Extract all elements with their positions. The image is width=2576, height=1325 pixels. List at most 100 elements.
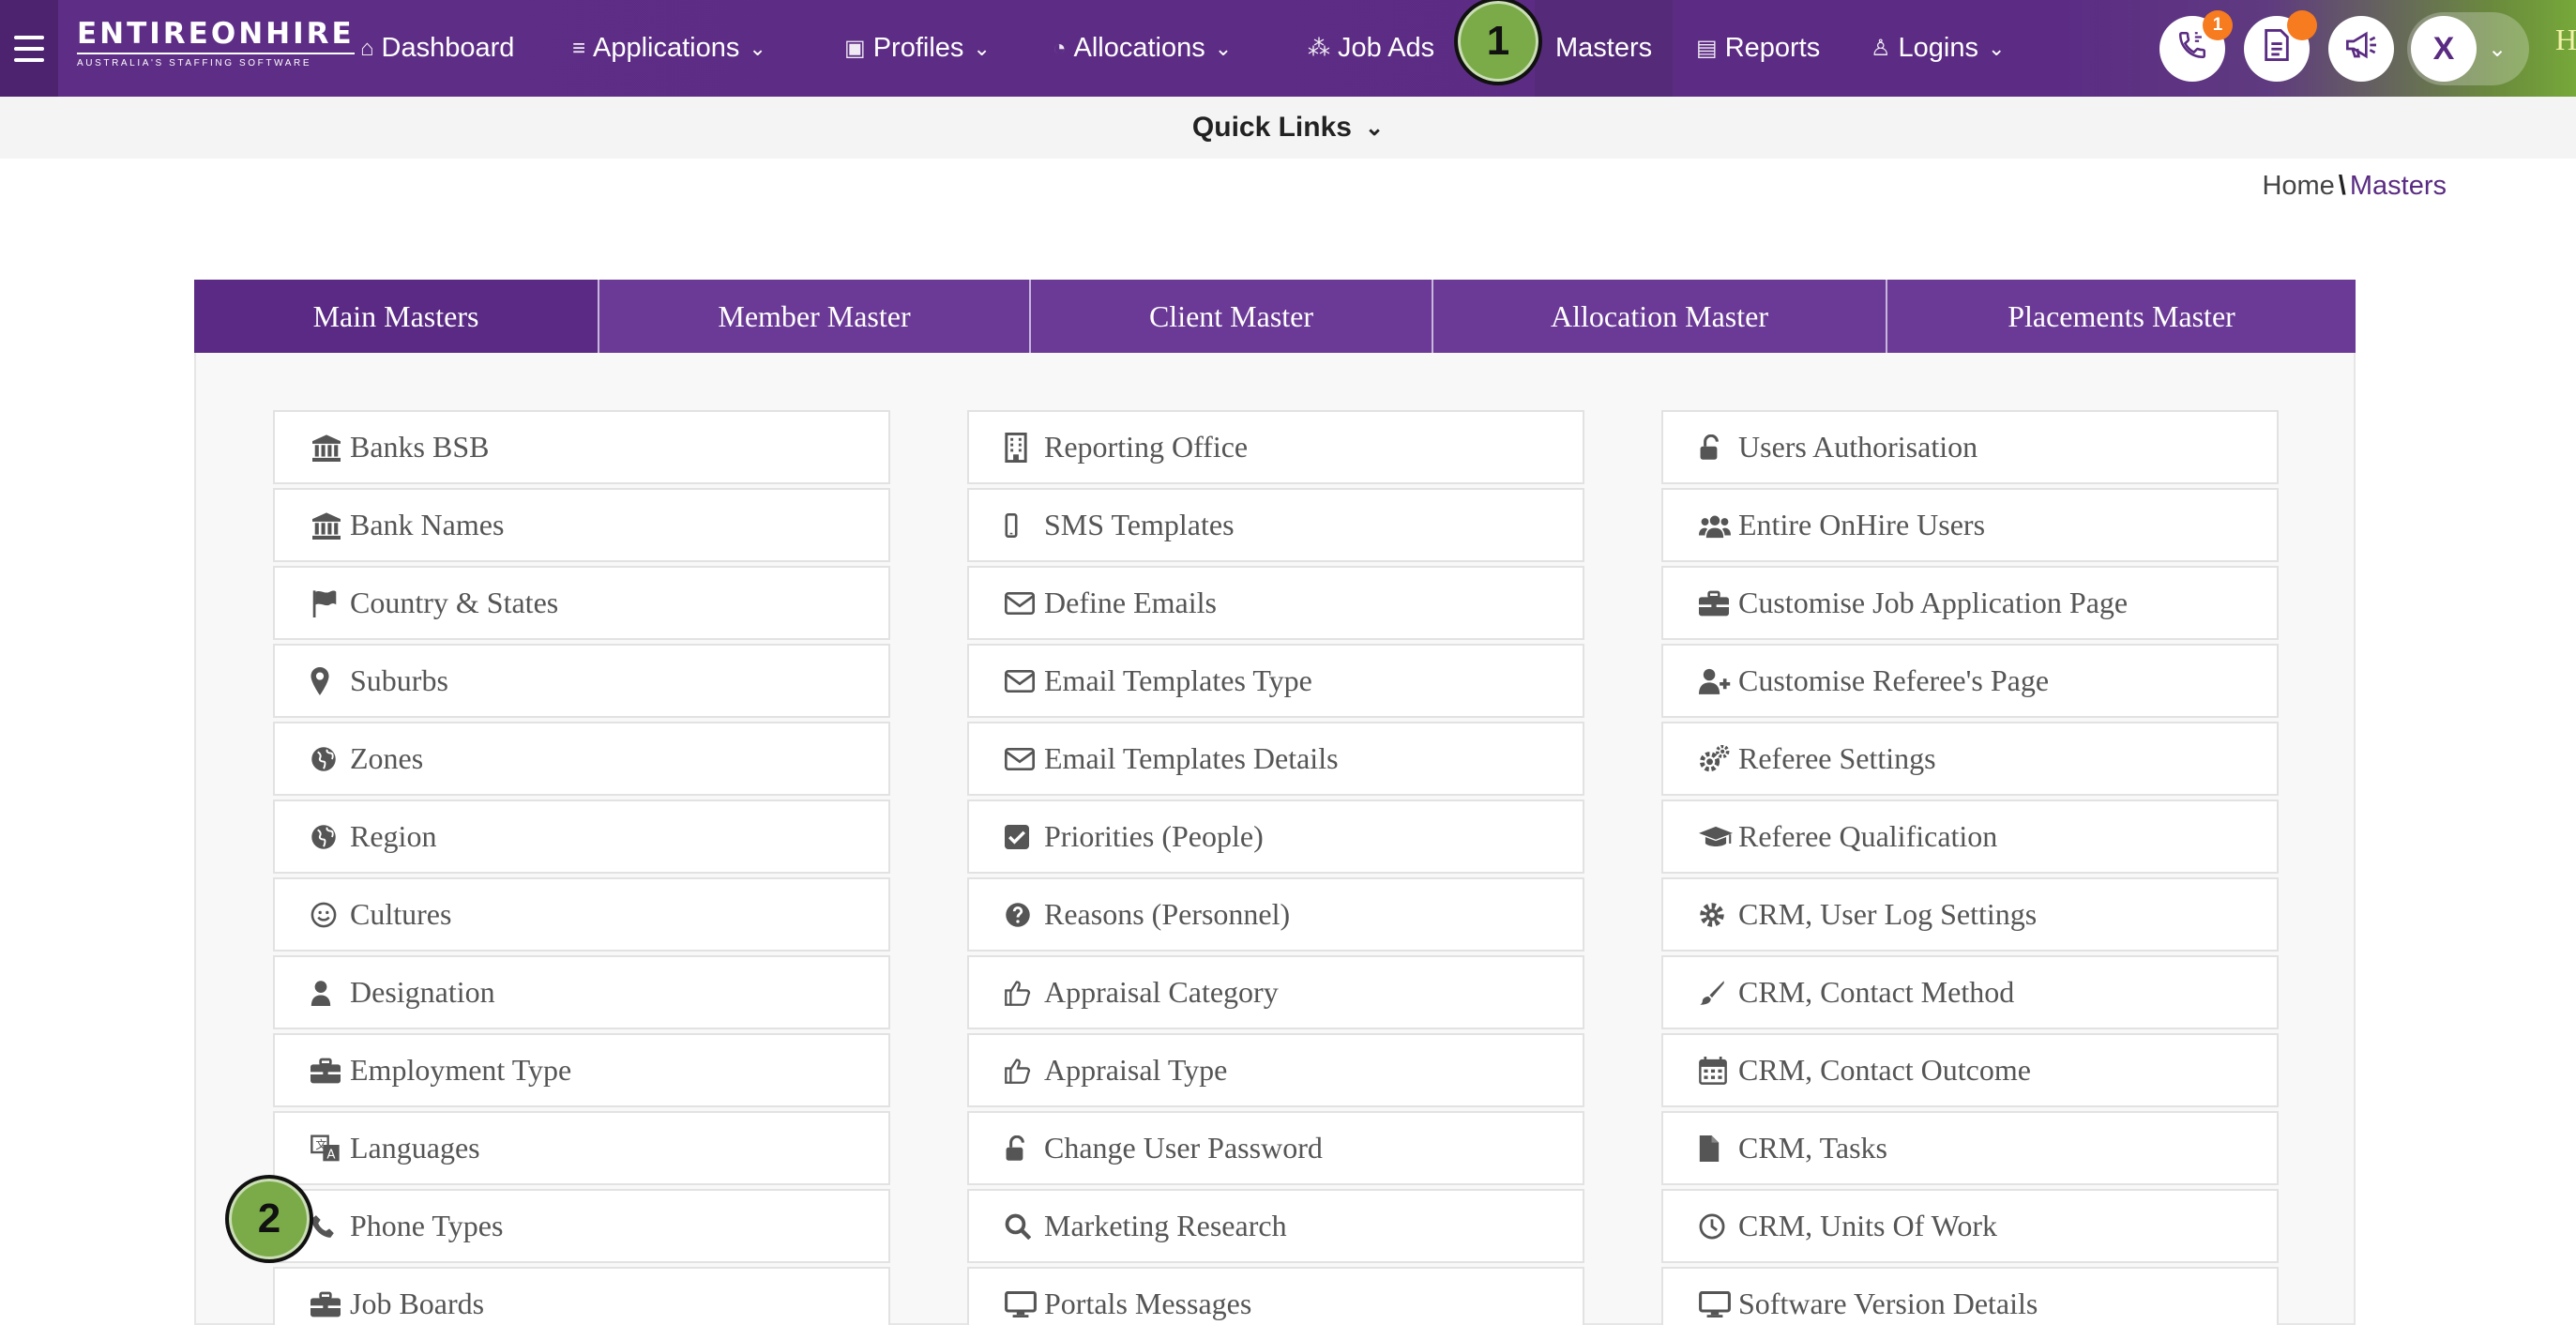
- building-icon: [1005, 432, 1038, 463]
- master-link-label: Appraisal Category: [1044, 975, 1279, 1009]
- paint-brush-icon: [1699, 980, 1733, 1006]
- master-link-customise-referee-s-page[interactable]: Customise Referee's Page: [1661, 644, 2279, 718]
- envelope-icon: [1005, 591, 1038, 615]
- master-link-region[interactable]: Region: [273, 800, 890, 874]
- master-link-reasons-personnel[interactable]: Reasons (Personnel): [967, 877, 1584, 952]
- master-link-reporting-office[interactable]: Reporting Office: [967, 410, 1584, 484]
- masters-column-1: Banks BSB Bank Names Country & States Subur…: [273, 410, 890, 1325]
- user-icon: [311, 980, 344, 1006]
- nav-job-ads[interactable]: ⁂ Job Ads: [1308, 0, 1434, 97]
- master-link-crm-units-of-work[interactable]: CRM, Units Of Work: [1661, 1189, 2279, 1263]
- nav-reports[interactable]: ▤ Reports: [1696, 0, 1820, 97]
- logo[interactable]: ENTIREONHIRE Australia's Staffing Softwa…: [77, 17, 355, 70]
- hamburger-menu-icon[interactable]: [0, 0, 58, 97]
- master-link-label: Languages: [350, 1131, 480, 1165]
- master-link-label: Designation: [350, 975, 495, 1009]
- home-icon: ⌂: [360, 35, 374, 61]
- briefcase-icon: [311, 1058, 344, 1084]
- master-link-appraisal-type[interactable]: Appraisal Type: [967, 1033, 1584, 1107]
- master-link-entire-onhire-users[interactable]: Entire OnHire Users: [1661, 488, 2279, 562]
- master-link-portals-messages[interactable]: Portals Messages: [967, 1267, 1584, 1325]
- chevron-down-icon: ⌄: [973, 36, 991, 60]
- nav-profiles[interactable]: ▣ Profiles ⌄: [844, 0, 991, 97]
- phone-button[interactable]: 1: [2159, 10, 2233, 82]
- chevron-down-icon: ⌄: [1364, 114, 1385, 141]
- users-icon: [1699, 512, 1733, 539]
- nav-allocations[interactable]: ◔ Allocations ⌄: [1053, 0, 1232, 97]
- master-link-marketing-research[interactable]: Marketing Research: [967, 1189, 1584, 1263]
- master-link-referee-qualification[interactable]: Referee Qualification: [1661, 800, 2279, 874]
- master-link-suburbs[interactable]: Suburbs: [273, 644, 890, 718]
- question-circle-icon: [1005, 902, 1038, 928]
- tab-client-master[interactable]: Client Master: [1031, 280, 1433, 353]
- master-link-software-version-details[interactable]: Software Version Details: [1661, 1267, 2279, 1325]
- master-link-define-emails[interactable]: Define Emails: [967, 566, 1584, 640]
- announcement-button[interactable]: [2328, 16, 2394, 82]
- svg-text:A: A: [326, 1148, 335, 1162]
- desktop-icon: [1699, 1290, 1733, 1317]
- master-link-label: Priorities (People): [1044, 819, 1264, 853]
- mobile-icon: [1005, 512, 1038, 538]
- master-link-label: Cultures: [350, 897, 452, 931]
- master-link-label: Reporting Office: [1044, 430, 1249, 464]
- nav-label: Logins: [1898, 33, 1978, 63]
- user-menu[interactable]: X ⌄: [2407, 12, 2529, 85]
- master-link-languages[interactable]: 文 A Languages: [273, 1111, 890, 1185]
- document-button[interactable]: [2244, 10, 2317, 82]
- master-link-users-authorisation[interactable]: Users Authorisation: [1661, 410, 2279, 484]
- masters-column-2: Reporting Office SMS Templates Define Emai…: [967, 410, 1584, 1325]
- avatar: X: [2411, 16, 2477, 82]
- master-link-crm-contact-outcome[interactable]: CRM, Contact Outcome: [1661, 1033, 2279, 1107]
- tab-main-masters[interactable]: Main Masters: [194, 280, 599, 353]
- master-link-email-templates-details[interactable]: Email Templates Details: [967, 722, 1584, 796]
- quick-links-toggle[interactable]: Quick Links ⌄: [0, 97, 2576, 159]
- globe-icon: [311, 746, 344, 772]
- master-link-label: Users Authorisation: [1738, 430, 1978, 464]
- graduation-cap-icon: [1699, 825, 1733, 849]
- document-icon: [2263, 28, 2291, 69]
- nav-applications[interactable]: ≡ Applications ⌄: [572, 0, 766, 97]
- id-badge-icon: ▣: [844, 36, 866, 61]
- nav-dashboard[interactable]: ⌂ Dashboard: [360, 0, 514, 97]
- master-link-customise-job-application-page[interactable]: Customise Job Application Page: [1661, 566, 2279, 640]
- master-link-email-templates-type[interactable]: Email Templates Type: [967, 644, 1584, 718]
- master-link-sms-templates[interactable]: SMS Templates: [967, 488, 1584, 562]
- nav-label: Masters: [1555, 33, 1653, 63]
- master-link-crm-tasks[interactable]: CRM, Tasks: [1661, 1111, 2279, 1185]
- master-link-designation[interactable]: Designation: [273, 955, 890, 1029]
- breadcrumb-home-link[interactable]: Home: [2262, 171, 2334, 201]
- bank-icon: [311, 511, 344, 540]
- tab-placements-master[interactable]: Placements Master: [1887, 280, 2356, 353]
- master-link-appraisal-category[interactable]: Appraisal Category: [967, 955, 1584, 1029]
- master-link-bank-names[interactable]: Bank Names: [273, 488, 890, 562]
- master-link-zones[interactable]: Zones: [273, 722, 890, 796]
- search-icon: [1005, 1213, 1038, 1240]
- network-icon: ⁂: [1308, 36, 1330, 61]
- master-link-job-boards[interactable]: Job Boards: [273, 1267, 890, 1325]
- master-link-change-user-password[interactable]: Change User Password: [967, 1111, 1584, 1185]
- master-link-label: Email Templates Details: [1044, 741, 1339, 775]
- master-link-employment-type[interactable]: Employment Type: [273, 1033, 890, 1107]
- master-link-crm-contact-method[interactable]: CRM, Contact Method: [1661, 955, 2279, 1029]
- master-link-banks-bsb[interactable]: Banks BSB: [273, 410, 890, 484]
- nav-label: Dashboard: [381, 33, 515, 63]
- chevron-down-icon: ⌄: [2488, 36, 2508, 62]
- master-link-label: CRM, User Log Settings: [1738, 897, 2038, 931]
- tab-member-master[interactable]: Member Master: [599, 280, 1031, 353]
- master-link-label: Referee Settings: [1738, 741, 1936, 775]
- tab-allocation-master[interactable]: Allocation Master: [1433, 280, 1887, 353]
- nav-masters[interactable]: Masters: [1535, 0, 1674, 97]
- master-link-crm-user-log-settings[interactable]: CRM, User Log Settings: [1661, 877, 2279, 952]
- master-link-referee-settings[interactable]: Referee Settings: [1661, 722, 2279, 796]
- document-icon: ▤: [1696, 36, 1718, 61]
- briefcase-icon: [311, 1291, 344, 1317]
- nav-logins[interactable]: ♙ Logins ⌄: [1871, 0, 2005, 97]
- nav-label: Allocations: [1073, 33, 1205, 63]
- master-link-phone-types[interactable]: Phone Types: [273, 1189, 890, 1263]
- master-link-label: Banks BSB: [350, 430, 490, 464]
- master-link-country-states[interactable]: Country & States: [273, 566, 890, 640]
- master-link-label: Marketing Research: [1044, 1209, 1287, 1242]
- masters-tab-bar: Main Masters Member Master Client Master…: [194, 280, 2356, 353]
- master-link-cultures[interactable]: Cultures: [273, 877, 890, 952]
- master-link-priorities-people[interactable]: Priorities (People): [967, 800, 1584, 874]
